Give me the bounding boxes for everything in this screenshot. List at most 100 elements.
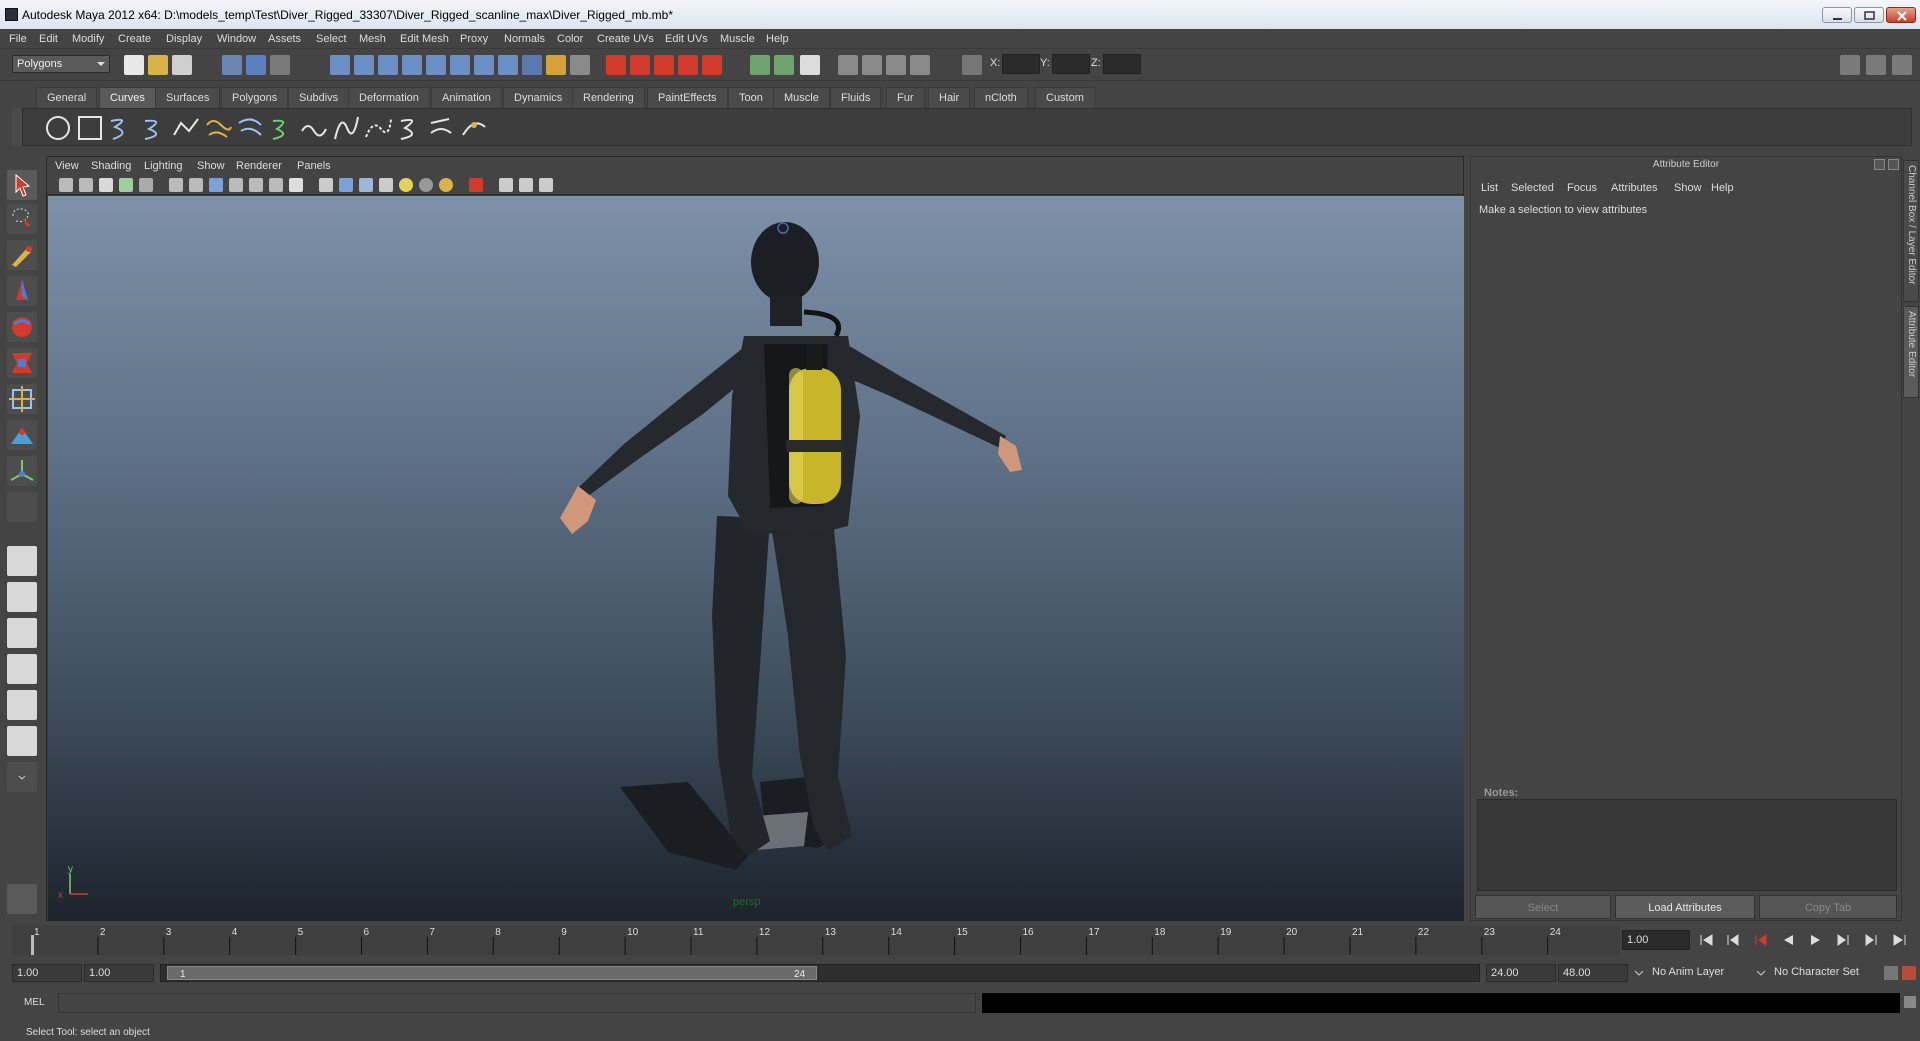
menu-edit[interactable]: Edit: [39, 33, 58, 45]
highlight-selection-icon[interactable]: [570, 55, 590, 75]
select-by-component-icon[interactable]: [270, 55, 290, 75]
vp-menu-panels[interactable]: Panels: [297, 160, 331, 172]
pencil-curve-icon[interactable]: [203, 113, 233, 143]
use-all-lights-icon[interactable]: [399, 178, 413, 192]
mask-surfaces-icon[interactable]: [402, 55, 422, 75]
xray-icon[interactable]: [469, 178, 483, 192]
resolution-gate-icon[interactable]: [209, 178, 223, 192]
wireframe-icon[interactable]: [319, 178, 333, 192]
arc-curve-icon[interactable]: [235, 113, 265, 143]
render-frame-icon[interactable]: [862, 55, 882, 75]
render-view-icon[interactable]: [838, 55, 858, 75]
chevron-down-icon[interactable]: [1634, 968, 1644, 978]
high-quality-icon[interactable]: [439, 178, 453, 192]
help-question-icon[interactable]: [522, 55, 542, 75]
shelf-tab-subdivs[interactable]: Subdivs: [288, 87, 350, 108]
menu-create-uvs[interactable]: Create UVs: [597, 33, 654, 45]
image-plane-icon[interactable]: [119, 178, 133, 192]
vp-menu-renderer[interactable]: Renderer: [236, 160, 282, 172]
vp-menu-show[interactable]: Show: [197, 160, 225, 172]
menu-help[interactable]: Help: [766, 33, 789, 45]
menu-muscle[interactable]: Muscle: [720, 33, 755, 45]
float-panel-icon[interactable]: [1874, 159, 1885, 170]
2d-pan-zoom-icon[interactable]: [139, 178, 153, 192]
shelf-tab-dynamics[interactable]: Dynamics: [503, 87, 574, 108]
step-forward-key-icon[interactable]: [1864, 932, 1880, 948]
ae-menu-list[interactable]: List: [1481, 182, 1498, 194]
layout-persp-outliner-icon[interactable]: [7, 618, 37, 648]
menu-proxy[interactable]: Proxy: [460, 33, 488, 45]
menu-edit-uvs[interactable]: Edit UVs: [665, 33, 708, 45]
ae-menu-selected[interactable]: Selected: [1511, 182, 1554, 194]
command-input[interactable]: [58, 993, 976, 1013]
auto-key-icon[interactable]: [1884, 966, 1898, 980]
construction-history-icon[interactable]: [800, 55, 820, 75]
layout-persp-graph-icon[interactable]: [7, 654, 37, 684]
menu-set-dropdown[interactable]: Polygons: [12, 55, 110, 73]
channel-box-tab[interactable]: Channel Box / Layer Editor: [1903, 160, 1919, 302]
load-attributes-button[interactable]: Load Attributes: [1615, 895, 1755, 919]
snap-grid-icon[interactable]: [606, 55, 626, 75]
select-by-hierarchy-icon[interactable]: [222, 55, 242, 75]
menu-edit-mesh[interactable]: Edit Mesh: [400, 33, 449, 45]
step-back-key-icon[interactable]: [1724, 932, 1740, 948]
open-scene-icon[interactable]: [148, 55, 168, 75]
layout-four-view-icon[interactable]: [7, 582, 37, 612]
vp-menu-shading[interactable]: Shading: [91, 160, 131, 172]
mask-joints-icon[interactable]: [354, 55, 374, 75]
step-forward-frame-icon[interactable]: [1836, 932, 1852, 948]
minimize-button[interactable]: [1822, 7, 1852, 23]
mask-handles-icon[interactable]: [330, 55, 350, 75]
nurbs-square-icon[interactable]: [75, 113, 105, 143]
step-back-frame-icon[interactable]: [1752, 932, 1768, 948]
transform-input-icon[interactable]: [962, 55, 982, 75]
menu-mesh[interactable]: Mesh: [359, 33, 386, 45]
shelf-tab-rendering[interactable]: Rendering: [572, 87, 645, 108]
z-coord-field[interactable]: [1103, 54, 1141, 74]
new-scene-icon[interactable]: [124, 55, 144, 75]
select-tool-icon[interactable]: [7, 170, 37, 200]
output-ops-icon[interactable]: [774, 55, 794, 75]
menu-assets[interactable]: Assets: [268, 33, 301, 45]
safe-title-icon[interactable]: [289, 178, 303, 192]
play-forwards-icon[interactable]: [1808, 932, 1824, 948]
shelf-tab-painteffects[interactable]: PaintEffects: [647, 87, 728, 108]
shelf-tab-surfaces[interactable]: Surfaces: [155, 87, 221, 108]
isolate-select-icon[interactable]: [499, 178, 513, 192]
select-button[interactable]: Select: [1475, 895, 1611, 919]
snap-view-plane-icon[interactable]: [678, 55, 698, 75]
rebuild-curve-icon[interactable]: [331, 113, 361, 143]
textured-icon[interactable]: [379, 178, 393, 192]
ae-menu-help[interactable]: Help: [1711, 182, 1734, 194]
soft-modification-icon[interactable]: [7, 420, 37, 450]
attribute-editor-tab[interactable]: Attribute Editor: [1903, 306, 1919, 398]
copy-tab-button[interactable]: Copy Tab: [1759, 895, 1897, 919]
extend-curve-icon[interactable]: [427, 113, 457, 143]
anim-layer-dropdown[interactable]: No Anim Layer: [1648, 964, 1748, 982]
go-to-start-icon[interactable]: [1698, 932, 1714, 948]
go-to-end-icon[interactable]: [1892, 932, 1908, 948]
mel-label[interactable]: MEL: [24, 997, 45, 1008]
layout-outliner-graph-icon[interactable]: [7, 690, 37, 720]
attach-curves-icon[interactable]: [267, 113, 297, 143]
shelf-tab-general[interactable]: General: [36, 87, 98, 108]
shelf-tab-polygons[interactable]: Polygons: [221, 87, 289, 108]
render-settings-icon[interactable]: [910, 55, 930, 75]
current-time-marker[interactable]: [31, 935, 34, 955]
mask-curves-icon[interactable]: [378, 55, 398, 75]
ae-menu-focus[interactable]: Focus: [1567, 182, 1597, 194]
cv-curve-icon[interactable]: [107, 113, 137, 143]
nurbs-circle-icon[interactable]: [43, 113, 73, 143]
shelf-tab-toon[interactable]: Toon: [728, 87, 774, 108]
shadows-icon[interactable]: [419, 178, 433, 192]
field-chart-icon[interactable]: [249, 178, 263, 192]
shelf-tab-muscle[interactable]: Muscle: [773, 87, 830, 108]
start-time-field[interactable]: 1.00: [12, 964, 82, 982]
play-backwards-icon[interactable]: [1780, 932, 1796, 948]
input-ops-icon[interactable]: [750, 55, 770, 75]
toggle-channel-box-icon[interactable]: [1892, 55, 1912, 75]
shelf-menu-grip[interactable]: [12, 108, 22, 146]
shelf-tab-custom[interactable]: Custom: [1035, 87, 1095, 108]
notes-textarea[interactable]: [1477, 799, 1897, 891]
insert-knot-icon[interactable]: [459, 113, 489, 143]
